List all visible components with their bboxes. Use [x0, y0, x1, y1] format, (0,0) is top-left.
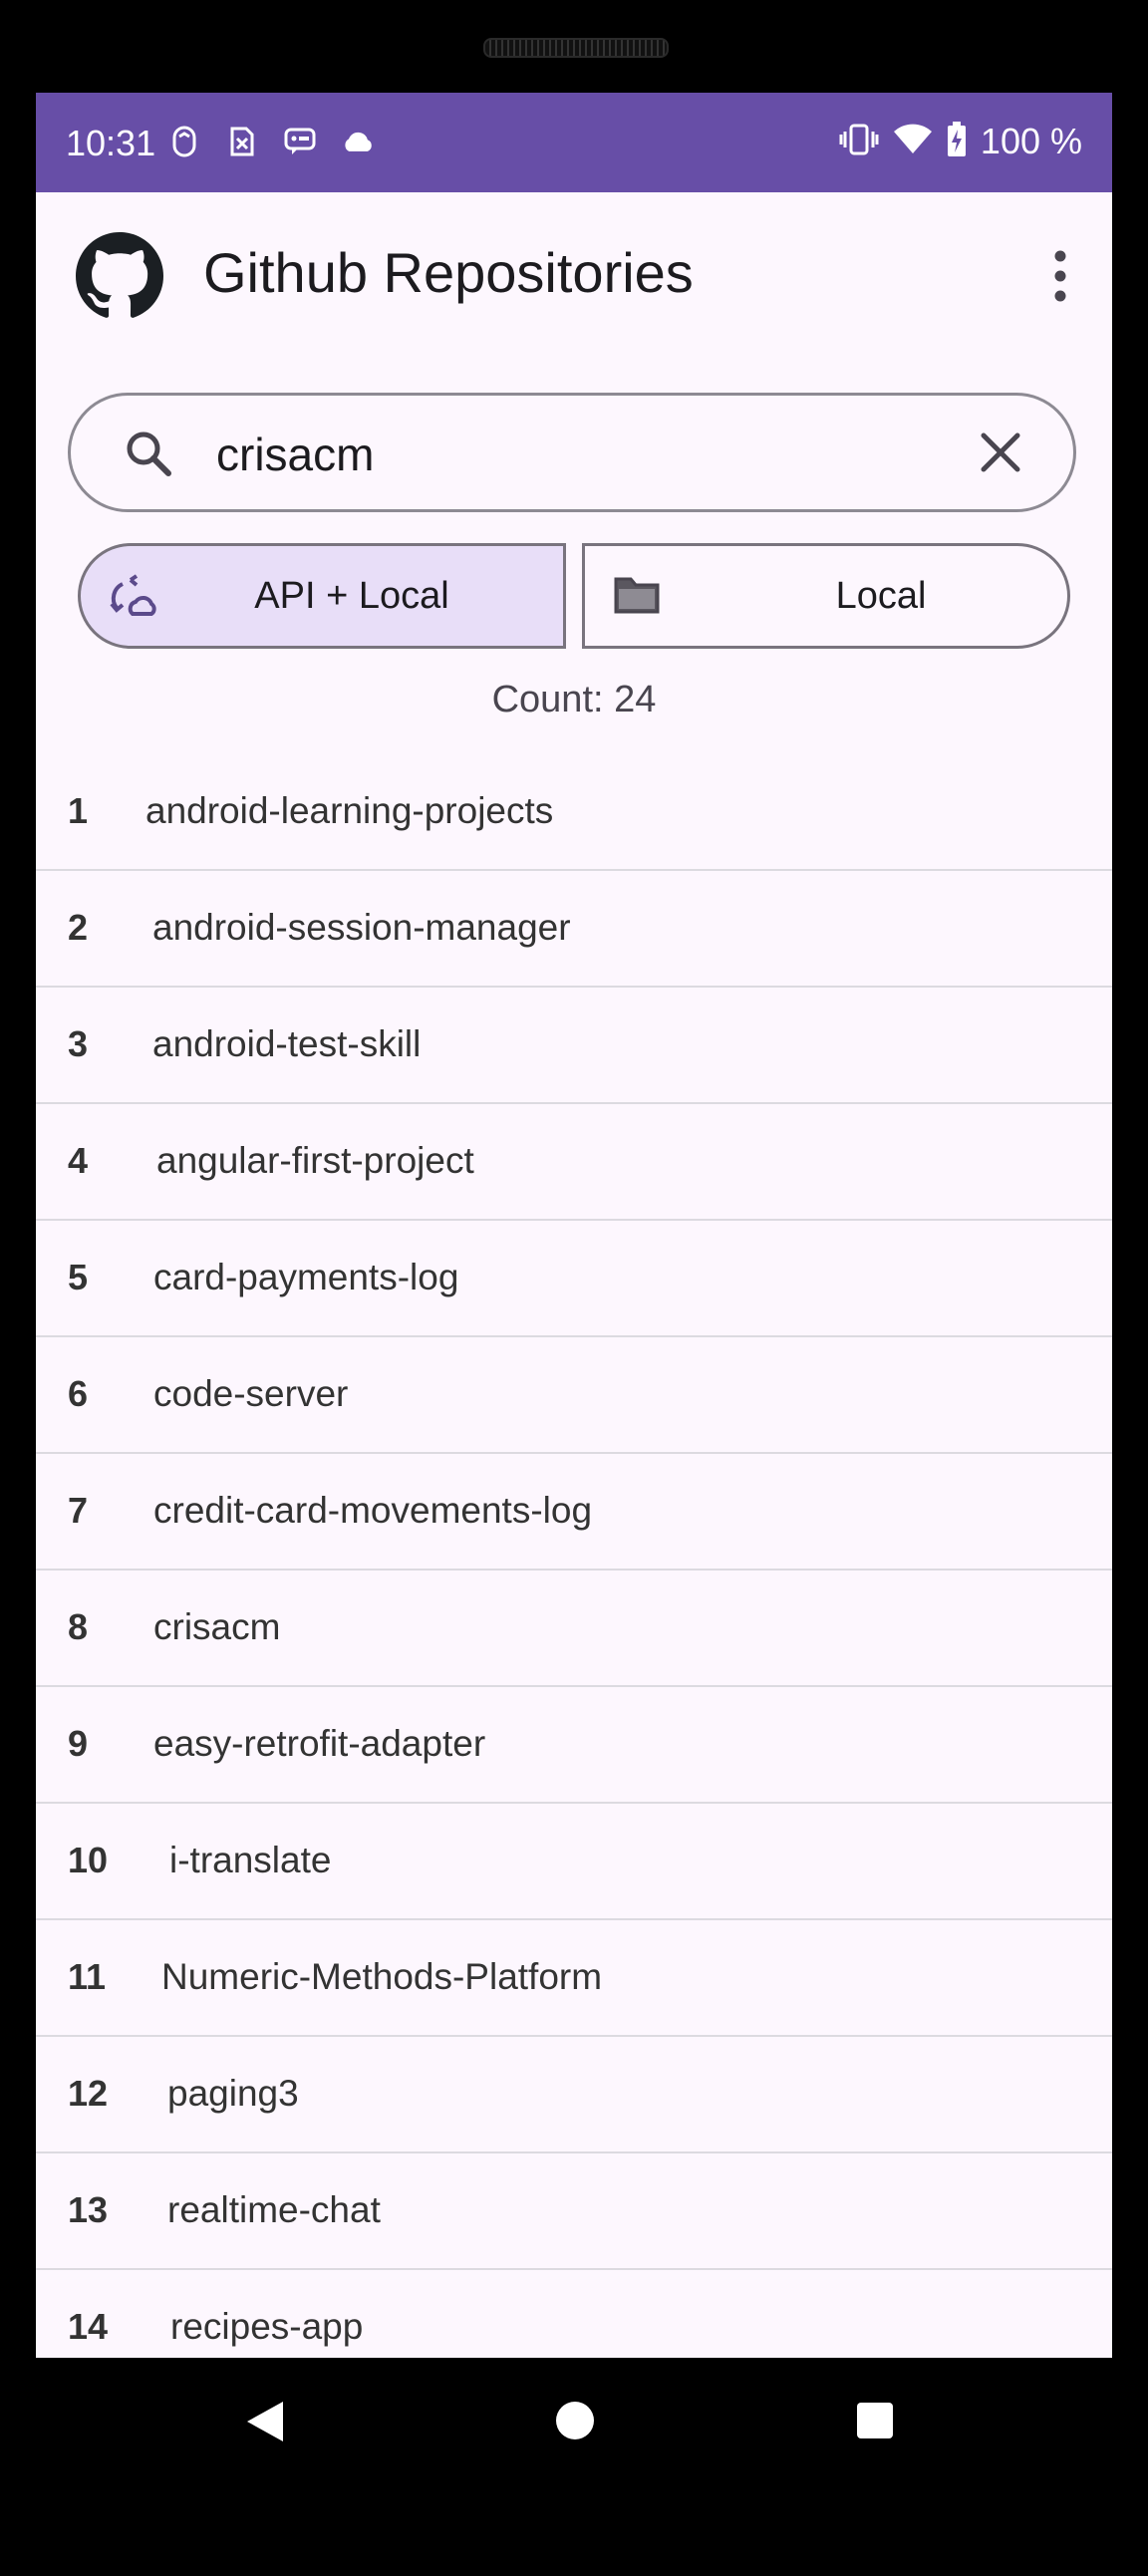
row-number: 6	[68, 1373, 89, 1414]
row-number: 8	[68, 1606, 89, 1647]
list-item[interactable]: 13 realtime-chat	[36, 2153, 1112, 2270]
search-input[interactable]: crisacm	[216, 428, 374, 481]
local-toggle-button[interactable]: Local	[582, 543, 1070, 649]
row-number: 11	[68, 1956, 107, 1997]
search-icon	[127, 431, 171, 476]
battery-charging-icon	[947, 121, 967, 162]
status-time: 10:31	[66, 123, 156, 163]
sim-off-icon	[225, 123, 259, 160]
list-item[interactable]: 10 i-translate	[36, 1804, 1112, 1920]
repo-name: easy-retrofit-adapter	[153, 1723, 486, 1764]
row-number: 14	[68, 2306, 109, 2347]
repo-name: Numeric-Methods-Platform	[161, 1956, 603, 1997]
repo-name: android-learning-projects	[145, 790, 554, 831]
list-item[interactable]: 11 Numeric-Methods-Platform	[36, 1920, 1112, 2037]
speaker-grille	[483, 38, 669, 58]
repo-name: card-payments-log	[153, 1257, 459, 1297]
repo-name: crisacm	[153, 1606, 281, 1647]
repo-count: Count: 24	[491, 679, 657, 720]
back-icon[interactable]	[243, 2398, 287, 2445]
gesture-icon	[167, 123, 201, 160]
local-label: Local	[835, 574, 927, 617]
repo-name: realtime-chat	[167, 2189, 381, 2230]
wifi-icon	[893, 124, 933, 160]
more-vert-icon[interactable]	[1048, 248, 1072, 304]
vibrate-icon	[839, 123, 879, 161]
repo-name: android-session-manager	[152, 907, 571, 948]
list-item[interactable]: 14 recipes-app	[36, 2270, 1112, 2358]
status-bar: 10:31 100 %	[36, 93, 1112, 192]
list-item[interactable]: 12 paging3	[36, 2037, 1112, 2153]
repo-name: paging3	[167, 2073, 299, 2114]
close-icon[interactable]	[976, 428, 1025, 477]
list-item[interactable]: 4 angular-first-project	[36, 1104, 1112, 1221]
list-item[interactable]: 6 code-server	[36, 1337, 1112, 1454]
row-number: 13	[68, 2189, 109, 2230]
recents-icon[interactable]	[857, 2403, 893, 2438]
phone-frame: 10:31 100 % Github Repositories crisacm …	[0, 0, 1148, 2576]
cloud-icon	[341, 123, 375, 160]
status-right-icons: 100 %	[839, 121, 1082, 162]
list-item[interactable]: 3 android-test-skill	[36, 988, 1112, 1104]
api-local-toggle-button[interactable]: API + Local	[78, 543, 566, 649]
repo-list: 1 android-learning-projects 2 android-sess…	[36, 754, 1112, 2358]
github-icon	[76, 232, 163, 318]
repo-name: recipes-app	[170, 2306, 364, 2347]
row-number: 4	[68, 1140, 89, 1181]
system-nav-bar	[36, 2358, 1112, 2513]
repo-name: i-translate	[169, 1840, 332, 1880]
list-item[interactable]: 8 crisacm	[36, 1571, 1112, 1687]
row-number: 7	[68, 1490, 89, 1531]
row-number: 3	[68, 1023, 89, 1064]
list-item[interactable]: 1 android-learning-projects	[36, 754, 1112, 871]
page-title: Github Repositories	[203, 241, 694, 304]
home-icon[interactable]	[556, 2402, 594, 2439]
row-number: 10	[68, 1840, 109, 1880]
row-number: 2	[68, 907, 89, 948]
list-item[interactable]: 9 easy-retrofit-adapter	[36, 1687, 1112, 1804]
status-left-icons	[167, 123, 375, 160]
repo-name: code-server	[153, 1373, 349, 1414]
app-bar: Github Repositories	[36, 192, 1112, 367]
list-item[interactable]: 7 credit-card-movements-log	[36, 1454, 1112, 1571]
row-number: 5	[68, 1257, 89, 1297]
repo-name: android-test-skill	[152, 1023, 422, 1064]
list-item[interactable]: 2 android-session-manager	[36, 871, 1112, 988]
row-number: 1	[68, 790, 89, 831]
row-number: 12	[68, 2073, 109, 2114]
screen: 10:31 100 % Github Repositories crisacm …	[36, 93, 1112, 2358]
api-local-label: API + Local	[254, 574, 449, 617]
repo-name: angular-first-project	[156, 1140, 474, 1181]
message-icon	[283, 123, 317, 160]
search-bar[interactable]: crisacm	[68, 393, 1076, 512]
list-item[interactable]: 5 card-payments-log	[36, 1221, 1112, 1337]
battery-percent: 100 %	[980, 121, 1082, 161]
repo-name: credit-card-movements-log	[153, 1490, 593, 1531]
row-number: 9	[68, 1723, 89, 1764]
